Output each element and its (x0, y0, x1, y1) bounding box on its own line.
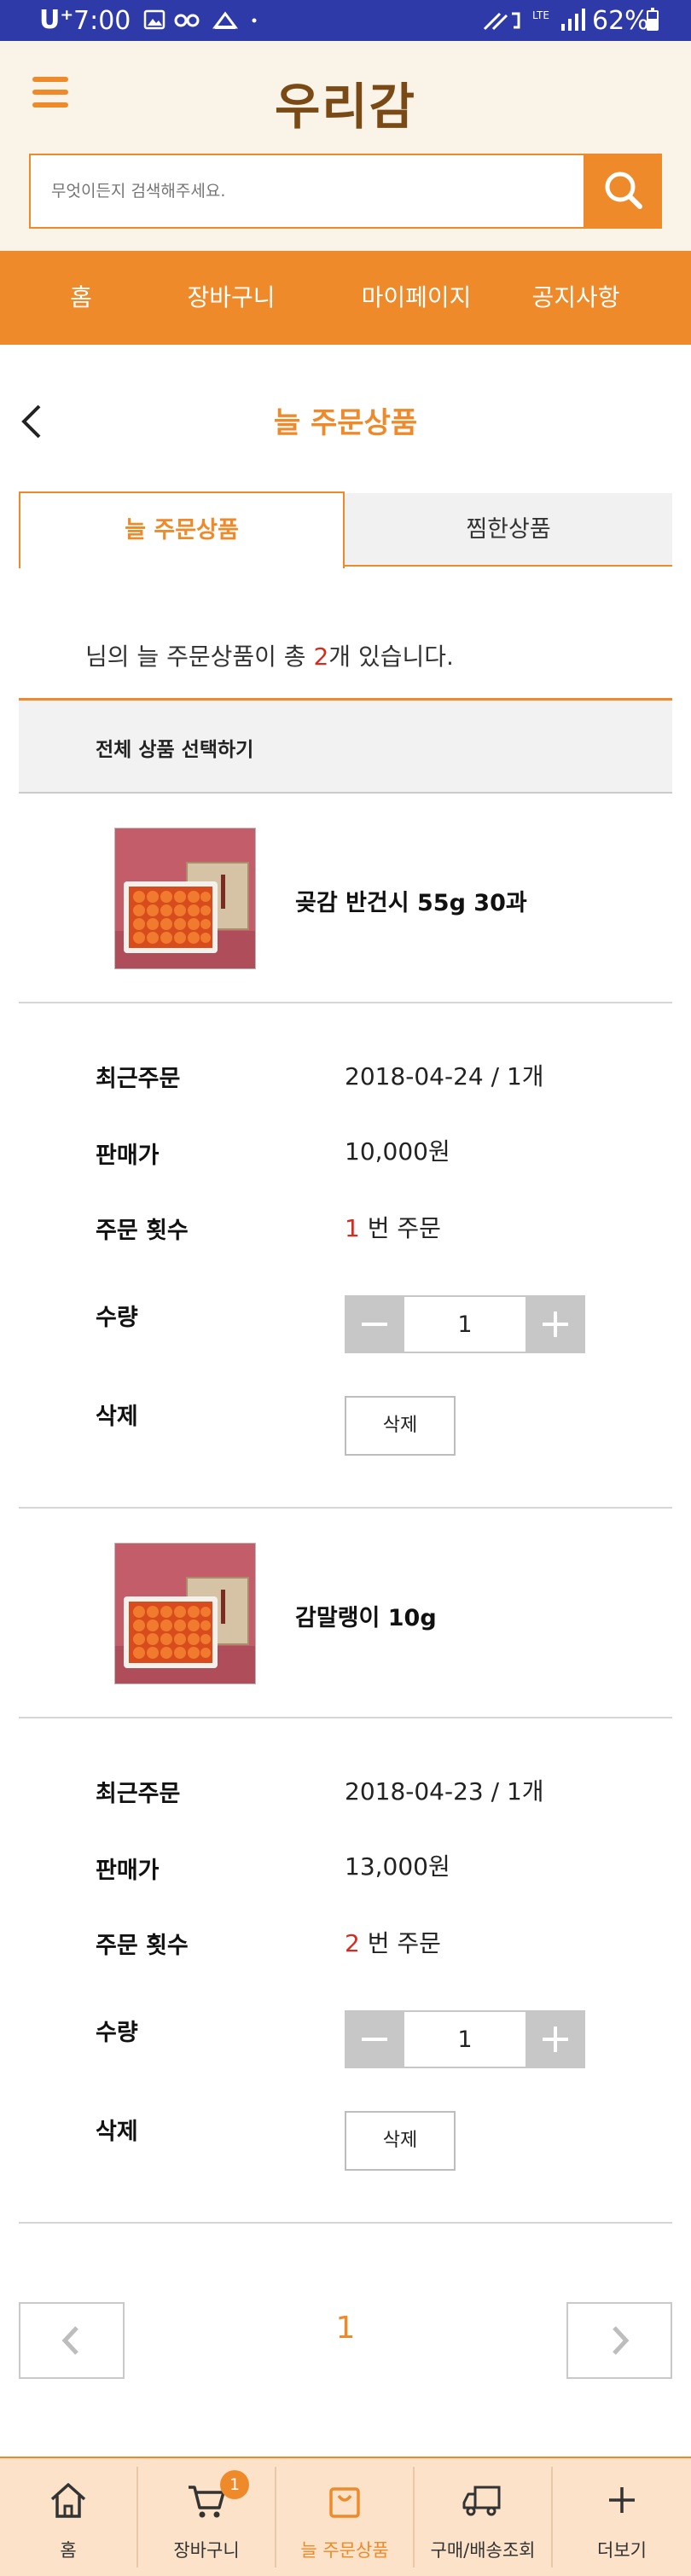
price-label: 판매가 (96, 1143, 160, 1169)
delete-button[interactable]: 삭제 (345, 2111, 456, 2171)
bottom-tab-label: 구매/배송조회 (430, 2540, 536, 2561)
order-summary: 님의 늘 주문상품이 총 2개 있습니다. (85, 638, 454, 672)
nav-item-notice[interactable]: 공지사항 (512, 251, 640, 345)
next-page-button[interactable] (566, 2302, 672, 2379)
main-nav: 홈 장바구니 마이페이지 공지사항 (0, 251, 691, 345)
quantity-stepper (345, 1295, 585, 1353)
delivery-truck-icon (462, 2486, 501, 2516)
divider (19, 1717, 672, 1718)
system-status-icons: LTE (483, 9, 585, 31)
site-header: 우리감 (0, 41, 691, 251)
product-image (115, 829, 255, 968)
order-count-suffix: 번 주문 (359, 1214, 441, 1242)
network-label: LTE (532, 9, 549, 21)
quantity-stepper (345, 2010, 585, 2068)
page-title: 늘 주문상품 (273, 406, 418, 440)
recent-order-value: 2018-04-24 / 1개 (345, 1062, 544, 1090)
product-thumbnail[interactable] (114, 828, 256, 969)
status-bar: U⁺ 7:00 LTE 62% (0, 0, 691, 41)
bottom-tab-label: 더보기 (597, 2540, 647, 2561)
divider (19, 2222, 672, 2224)
tab-regular-orders[interactable]: 늘 주문상품 (19, 491, 345, 568)
battery-icon (647, 8, 659, 31)
bottom-tab-label: 장바구니 (173, 2540, 240, 2561)
summary-count: 2 (313, 643, 329, 671)
select-all-label: 전체 상품 선택하기 (96, 739, 254, 761)
home-icon (50, 2483, 86, 2518)
nav-item-cart[interactable]: 장바구니 (167, 251, 295, 345)
site-logo[interactable]: 우리감 (0, 67, 691, 138)
divider (19, 1002, 672, 1003)
order-count-label: 주문 횟수 (96, 1933, 189, 1959)
order-count-suffix: 번 주문 (359, 1929, 441, 1957)
order-count-value: 1 번 주문 (345, 1210, 441, 1244)
price-value: 13,000원 (345, 1852, 450, 1881)
order-count-number: 2 (345, 1929, 360, 1957)
summary-suffix: 개 있습니다. (328, 643, 454, 671)
quantity-label: 수량 (96, 2020, 138, 2046)
carrier-label: U⁺ (39, 5, 74, 35)
bottom-tab-home[interactable]: 홈 (0, 2458, 136, 2576)
search-button[interactable] (585, 154, 662, 229)
notification-icons (143, 9, 257, 30)
bottom-tab-delivery[interactable]: 구매/배송조회 (415, 2458, 551, 2576)
select-all-products[interactable]: 전체 상품 선택하기 (19, 698, 672, 794)
battery-percent: 62% (592, 6, 649, 36)
delete-label: 삭제 (96, 1404, 138, 1430)
order-count-value: 2 번 주문 (345, 1925, 441, 1959)
nav-item-home[interactable]: 홈 (34, 251, 128, 345)
recent-order-label: 최근주문 (96, 1066, 181, 1092)
order-count-number: 1 (345, 1214, 360, 1242)
increase-quantity-button[interactable] (526, 2010, 585, 2068)
quantity-input[interactable] (404, 1295, 526, 1353)
delete-label: 삭제 (96, 2119, 138, 2145)
decrease-quantity-button[interactable] (345, 2010, 404, 2068)
decrease-quantity-button[interactable] (345, 1295, 404, 1353)
price-label: 판매가 (96, 1858, 160, 1884)
tab-wishlist[interactable]: 찜한상품 (345, 493, 672, 567)
nav-item-mypage[interactable]: 마이페이지 (331, 251, 502, 345)
plus-icon (609, 2487, 635, 2513)
price-value: 10,000원 (345, 1137, 450, 1166)
bottom-tab-label: 늘 주문상품 (300, 2540, 389, 2561)
status-time: 7:00 (73, 6, 131, 36)
order-count-label: 주문 횟수 (96, 1218, 189, 1244)
bottom-tab-regular-orders[interactable]: 늘 주문상품 (276, 2458, 413, 2576)
shopping-bag-icon (329, 2487, 360, 2518)
bottom-tab-more[interactable]: 더보기 (553, 2458, 691, 2576)
cart-badge: 1 (220, 2470, 249, 2499)
product-image (115, 1544, 255, 1683)
product-thumbnail[interactable] (114, 1543, 256, 1684)
product-name[interactable]: 감말랭이 10g (295, 1599, 437, 1632)
divider (19, 1507, 672, 1509)
summary-prefix: 님의 늘 주문상품이 총 (85, 643, 314, 671)
recent-order-label: 최근주문 (96, 1781, 181, 1807)
chevron-right-icon (613, 2326, 630, 2355)
delete-button[interactable]: 삭제 (345, 1396, 456, 1456)
recent-order-value: 2018-04-23 / 1개 (345, 1777, 544, 1806)
search-field[interactable] (29, 154, 585, 229)
quantity-input[interactable] (404, 2010, 526, 2068)
search-icon (605, 172, 642, 209)
bottom-tab-label: 홈 (60, 2540, 77, 2561)
bottom-tab-cart[interactable]: 1 장바구니 (138, 2458, 275, 2576)
search-input[interactable] (31, 155, 584, 227)
quantity-label: 수량 (96, 1305, 138, 1331)
increase-quantity-button[interactable] (526, 1295, 585, 1353)
bottom-tab-bar: 홈 1 장바구니 늘 주문상품 구매/배송조회 더보기 (0, 2457, 691, 2576)
product-name[interactable]: 곶감 반건시 55g 30과 (295, 884, 527, 917)
